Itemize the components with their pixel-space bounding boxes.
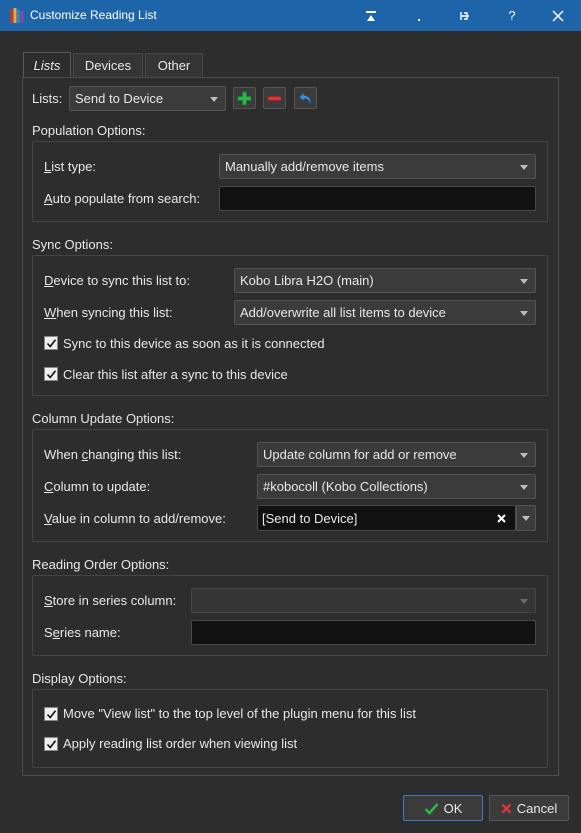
chevron-down-icon — [520, 165, 528, 170]
window-title: Customize Reading List — [30, 8, 157, 22]
close-icon — [552, 9, 564, 22]
column-to-update-label: Column to update: — [44, 479, 151, 494]
remove-list-button[interactable] — [263, 87, 286, 109]
minus-icon — [267, 95, 282, 101]
when-changing-select[interactable]: Update column for add or remove — [257, 442, 536, 467]
column-update-heading: Column Update Options: — [32, 411, 175, 426]
restore-button[interactable] — [348, 0, 394, 31]
list-type-select-value: Manually add/remove items — [225, 159, 384, 174]
apply-order-label: Apply reading list order when viewing li… — [63, 736, 298, 751]
ok-button-label: OK — [443, 800, 463, 816]
tab-devices[interactable]: Devices — [73, 53, 143, 77]
chevron-down-icon — [520, 485, 528, 490]
undo-arrow-icon — [299, 91, 311, 104]
lists-select[interactable]: Send to Device — [69, 86, 226, 111]
population-options-heading: Population Options: — [32, 123, 146, 138]
device-select-value: Kobo Libra H2O (main) — [240, 273, 374, 288]
when-changing-label: When changing this list: — [44, 447, 182, 462]
clear-after-sync-label: Clear this list after a sync to this dev… — [63, 367, 288, 382]
series-column-select[interactable] — [191, 588, 536, 613]
sync-connected-label: Sync to this device as soon as it is con… — [63, 336, 325, 351]
auto-populate-label: Auto populate from search: — [44, 191, 201, 206]
chevron-down-icon — [210, 97, 218, 102]
pin-icon — [460, 11, 469, 20]
auto-populate-input[interactable] — [219, 186, 536, 211]
rename-list-button[interactable] — [294, 87, 317, 109]
add-list-button[interactable] — [233, 87, 256, 109]
move-view-list-label: Move "View list" to the top level of the… — [63, 706, 416, 721]
help-icon: ? — [508, 8, 516, 23]
lists-label: Lists: — [32, 91, 63, 106]
list-type-select[interactable]: Manually add/remove items — [219, 154, 536, 179]
checkmark-icon — [46, 739, 56, 749]
cancel-button[interactable]: Cancel — [489, 795, 569, 821]
chevron-down-icon — [520, 453, 528, 458]
tab-lists[interactable]: Lists — [23, 52, 71, 78]
plus-icon — [237, 91, 252, 105]
reading-order-heading: Reading Order Options: — [32, 557, 170, 572]
list-type-label: List type: — [44, 159, 97, 174]
minimize-button[interactable] — [396, 0, 442, 31]
when-syncing-select[interactable]: Add/overwrite all list items to device — [234, 300, 536, 325]
minimize-icon — [418, 18, 420, 21]
column-to-update-select[interactable]: #kobocoll (Kobo Collections) — [257, 474, 536, 499]
cancel-x-icon — [501, 803, 512, 813]
move-view-list-checkbox[interactable] — [44, 707, 58, 721]
app-books-icon — [10, 8, 24, 23]
series-name-label: Series name: — [44, 625, 121, 640]
clear-after-sync-checkbox[interactable] — [44, 367, 58, 381]
checkmark-icon — [46, 709, 56, 719]
lists-select-value: Send to Device — [75, 91, 164, 106]
chevron-down-icon — [520, 311, 528, 316]
when-syncing-select-value: Add/overwrite all list items to device — [240, 305, 446, 320]
cancel-button-label: Cancel — [516, 800, 558, 816]
series-name-input[interactable] — [191, 620, 536, 645]
value-in-column-dropdown[interactable] — [516, 505, 536, 531]
ok-button[interactable]: OK — [403, 795, 483, 821]
checkmark-icon — [46, 338, 56, 348]
series-column-label: Store in series column: — [44, 593, 177, 608]
chevron-down-icon — [520, 599, 528, 604]
display-options-heading: Display Options: — [32, 671, 127, 686]
restore-icon — [366, 10, 376, 21]
value-in-column-input[interactable]: [Send to Device] — [257, 505, 516, 531]
chevron-down-icon — [522, 516, 530, 521]
device-select[interactable]: Kobo Libra H2O (main) — [234, 268, 536, 293]
close-button[interactable] — [535, 0, 581, 31]
sync-connected-checkbox[interactable] — [44, 336, 58, 350]
checkmark-icon — [424, 802, 439, 815]
column-to-update-select-value: #kobocoll (Kobo Collections) — [263, 479, 428, 494]
when-syncing-label: When syncing this list: — [44, 305, 173, 320]
checkmark-icon — [46, 369, 56, 379]
chevron-down-icon — [520, 279, 528, 284]
value-in-column-text: [Send to Device] — [262, 510, 358, 526]
device-sync-label: Device to sync this list to: — [44, 273, 190, 288]
tab-other[interactable]: Other — [145, 53, 203, 77]
apply-order-checkbox[interactable] — [44, 737, 58, 751]
value-in-column-label: Value in column to add/remove: — [44, 511, 226, 526]
pin-button[interactable] — [441, 0, 487, 31]
title-bar: Customize Reading List ? — [0, 0, 581, 31]
help-button[interactable]: ? — [489, 0, 535, 31]
when-changing-select-value: Update column for add or remove — [263, 447, 457, 462]
sync-options-heading: Sync Options: — [32, 237, 113, 252]
display-options-group — [32, 689, 548, 768]
clear-x-icon[interactable] — [497, 514, 506, 523]
